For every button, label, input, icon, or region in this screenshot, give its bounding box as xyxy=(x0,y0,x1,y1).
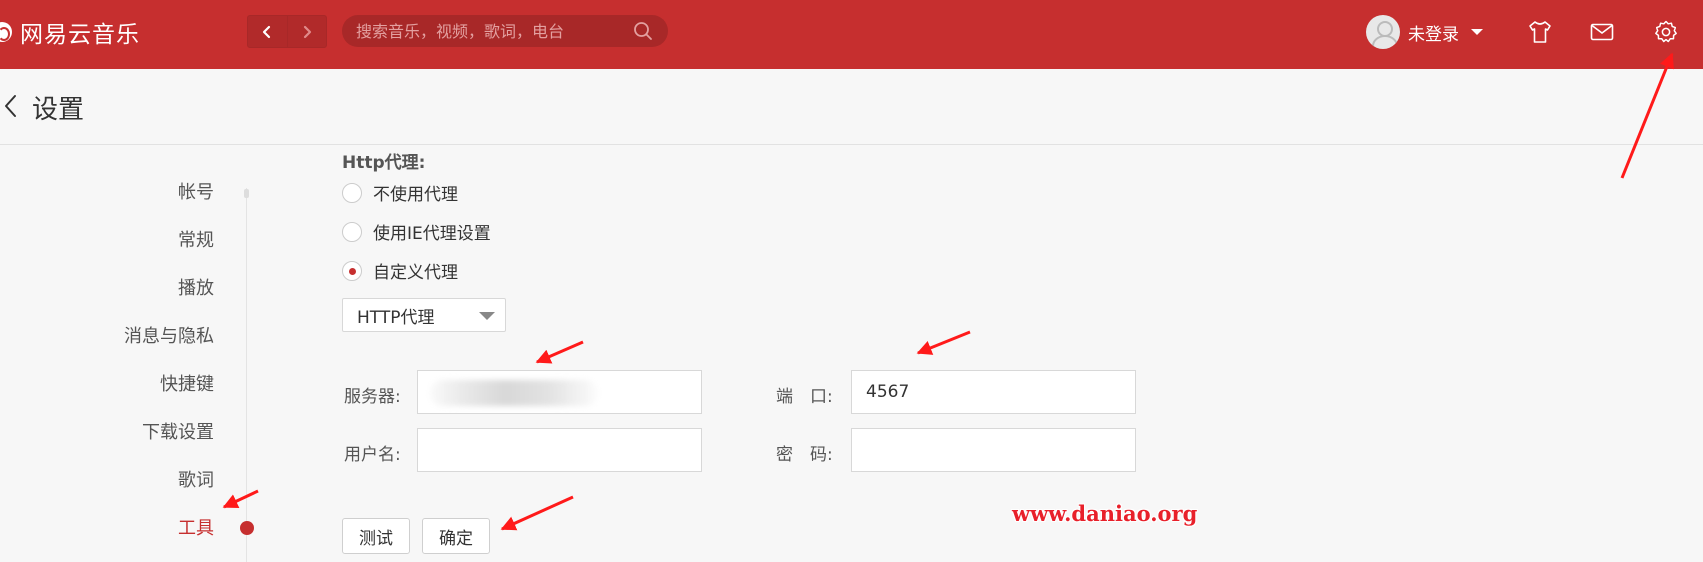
radio-button[interactable] xyxy=(342,221,362,242)
skin-icon[interactable] xyxy=(1527,19,1553,45)
password-label: 密 码: xyxy=(776,445,833,465)
sidebar-divider xyxy=(246,188,247,562)
user-menu[interactable]: 未登录 xyxy=(1366,14,1483,50)
proxy-type-value: HTTP代理 xyxy=(357,307,435,328)
server-label: 服务器: xyxy=(344,387,401,407)
settings-header: 设置 xyxy=(0,69,1703,145)
username-label: 用户名: xyxy=(344,445,401,465)
sidebar-item-tools[interactable]: 工具 xyxy=(178,514,214,540)
proxy-option-custom[interactable]: 自定义代理 xyxy=(342,258,458,283)
avatar xyxy=(1366,15,1400,49)
top-bar: 网易云音乐 未登录 xyxy=(0,0,1703,69)
radio-label: 自定义代理 xyxy=(373,263,458,283)
forward-button[interactable] xyxy=(286,16,327,47)
proxy-option-none[interactable]: 不使用代理 xyxy=(342,180,458,205)
sidebar-item-general[interactable]: 常规 xyxy=(178,226,214,252)
arrow-to-server-input xyxy=(535,340,584,364)
proxy-option-ie[interactable]: 使用IE代理设置 xyxy=(342,219,491,244)
active-indicator-dot xyxy=(240,521,254,535)
back-chevron-icon[interactable] xyxy=(2,93,20,119)
username-input[interactable] xyxy=(417,428,702,472)
radio-button[interactable] xyxy=(342,182,362,203)
port-input[interactable] xyxy=(851,370,1136,414)
app-name: 网易云音乐 xyxy=(20,22,140,48)
confirm-button[interactable]: 确定 xyxy=(422,518,490,554)
mail-icon[interactable] xyxy=(1589,19,1615,45)
app-logo[interactable]: 网易云音乐 xyxy=(0,14,140,50)
page-title: 设置 xyxy=(32,95,85,125)
radio-label: 不使用代理 xyxy=(373,185,458,205)
arrow-to-confirm-button xyxy=(500,495,574,531)
sidebar-item-playback[interactable]: 播放 xyxy=(178,274,214,300)
sidebar-item-account[interactable]: 帐号 xyxy=(178,178,214,204)
sidebar-item-download[interactable]: 下载设置 xyxy=(142,418,214,444)
arrow-to-port-input xyxy=(916,330,971,355)
netease-music-logo-icon xyxy=(0,22,12,42)
arrow-to-tools-item xyxy=(222,489,259,509)
back-button[interactable] xyxy=(248,16,287,47)
radio-button-checked[interactable] xyxy=(342,260,362,281)
proxy-section-title: Http代理: xyxy=(342,153,426,173)
sidebar-item-shortcuts[interactable]: 快捷键 xyxy=(160,370,214,396)
search-icon[interactable] xyxy=(632,20,654,42)
password-input[interactable] xyxy=(851,428,1136,472)
caret-down-icon xyxy=(1471,29,1483,35)
watermark: www.daniao.org xyxy=(1012,501,1198,526)
redacted-server-blur xyxy=(430,380,598,406)
port-label: 端 口: xyxy=(776,387,833,407)
radio-label: 使用IE代理设置 xyxy=(373,224,491,244)
sidebar-item-lyrics[interactable]: 歌词 xyxy=(178,466,214,492)
chevron-left-icon xyxy=(263,25,271,38)
history-nav xyxy=(247,15,327,48)
search-input[interactable] xyxy=(342,20,632,42)
sidebar-item-privacy[interactable]: 消息与隐私 xyxy=(124,322,214,348)
user-login-label: 未登录 xyxy=(1408,24,1459,45)
dropdown-caret-icon xyxy=(479,312,495,320)
search-box xyxy=(342,15,668,47)
proxy-type-select[interactable]: HTTP代理 xyxy=(342,298,506,332)
test-button[interactable]: 测试 xyxy=(342,518,410,554)
sidebar-scroll-thumb[interactable] xyxy=(244,189,249,198)
chevron-right-icon xyxy=(303,25,311,38)
settings-gear-icon[interactable] xyxy=(1653,19,1679,45)
